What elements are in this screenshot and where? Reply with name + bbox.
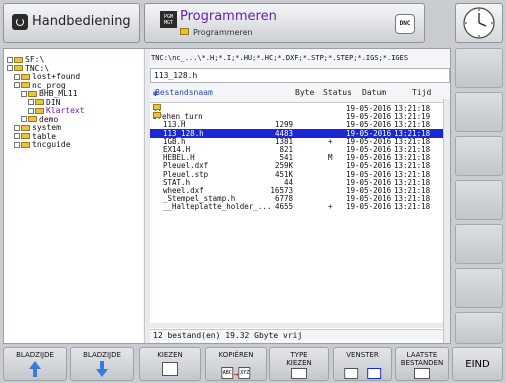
- softkey-venster[interactable]: VENSTER: [333, 347, 392, 381]
- collapse-icon[interactable]: [21, 90, 27, 97]
- file-list-scrollbar[interactable]: [443, 99, 450, 343]
- mode-handbediening[interactable]: Handbediening: [3, 3, 140, 43]
- folder-icon: [35, 107, 44, 114]
- tree-item[interactable]: tncguide: [14, 140, 71, 150]
- side-softkey-1[interactable]: [455, 48, 503, 88]
- arrow-up-icon: [29, 361, 41, 377]
- folder-icon: [21, 82, 30, 88]
- softkey-kiezen[interactable]: KIEZEN: [139, 347, 201, 381]
- file-status: +: [328, 202, 333, 212]
- folder-icon: [35, 99, 44, 105]
- softkey-type[interactable]: TYPE KIEZEN: [269, 347, 329, 381]
- window-split-icon: [367, 368, 382, 379]
- column-status-header[interactable]: Status: [323, 88, 352, 97]
- softkey-label: BLADZIJDE: [83, 351, 121, 359]
- softkey-kopiëren[interactable]: KOPIËREN ABC→XYZ: [205, 347, 267, 381]
- side-softkey-3[interactable]: [455, 136, 503, 176]
- softkey-bladzijde[interactable]: BLADZIJDE: [3, 347, 67, 381]
- window-single-icon: [343, 368, 358, 379]
- side-softkey-5[interactable]: [455, 224, 503, 264]
- softkey-label: KOPIËREN: [218, 351, 254, 359]
- folder-icon: [21, 133, 30, 139]
- directory-tree[interactable]: SF:\ TNC:\ lost+found nc_prog BHB_ML11 DIN Kla…: [4, 49, 143, 343]
- softkey-label: VENSTER: [346, 351, 379, 359]
- collapse-icon[interactable]: [14, 82, 20, 88]
- softkey-label: KIEZEN: [157, 351, 183, 359]
- left-mode-label: Handbediening: [32, 14, 131, 29]
- softkey-bladzijde[interactable]: BLADZIJDE: [70, 347, 134, 381]
- last-files-icon: [414, 368, 430, 379]
- file-time: 13:21:18: [394, 202, 431, 212]
- horizontal-scrollbar[interactable]: [150, 323, 443, 328]
- pgm-mgt-icon: PGM MGT: [160, 11, 177, 28]
- copy-icon: ABC→XYZ: [221, 362, 251, 381]
- select-file-icon: [162, 362, 178, 376]
- side-softkey-6[interactable]: [455, 268, 503, 308]
- filename-field[interactable]: 113_128.h: [150, 68, 450, 83]
- file-date: 19-05-2016: [346, 202, 392, 212]
- file-size: 4655: [274, 202, 293, 212]
- folder-icon: [14, 56, 23, 63]
- column-date-header[interactable]: Datum: [362, 88, 386, 97]
- folder-icon: [153, 112, 161, 119]
- expand-icon[interactable]: [14, 141, 20, 148]
- expand-icon[interactable]: [14, 73, 20, 80]
- folder-icon: [28, 116, 37, 122]
- copy-target-text: XYZ: [238, 366, 251, 379]
- folder-icon: [180, 28, 189, 35]
- expand-icon[interactable]: [28, 107, 34, 114]
- column-time-header[interactable]: Tijd: [412, 88, 431, 97]
- file-row[interactable]: __Halteplatte_holder_... 4655 +19-05-2016 1…: [150, 202, 443, 211]
- folder-icon: [21, 141, 30, 148]
- softkey-label: EIND: [465, 359, 490, 370]
- expand-icon[interactable]: [7, 56, 13, 63]
- expand-icon[interactable]: [21, 116, 27, 122]
- right-mode-subtitle: Programmeren: [193, 28, 253, 37]
- folder-icon: [21, 124, 30, 131]
- expand-icon[interactable]: [28, 99, 34, 105]
- folder-icon: [153, 104, 161, 110]
- softkey-eind[interactable]: EIND: [452, 347, 503, 381]
- folder-icon: [14, 65, 23, 71]
- mode-programmeren[interactable]: PGM MGT Programmeren Programmeren DNC: [144, 3, 425, 43]
- side-softkey-2[interactable]: [455, 92, 503, 132]
- status-bar: 12 bestand(en) 19.32 Gbyte vrij: [150, 329, 443, 341]
- expand-icon[interactable]: [14, 124, 20, 131]
- right-mode-title: Programmeren: [180, 9, 277, 24]
- side-softkey-4[interactable]: [455, 180, 503, 220]
- column-name-header[interactable]: ✽ Bestandsnaam: [153, 88, 213, 98]
- path-filter: TNC:\nc_...\*.H;*.I;*.HU;*.HC;*.DXF;*.ST…: [151, 54, 409, 62]
- folder-icon: [21, 73, 30, 80]
- window-icon: [343, 363, 382, 382]
- dnc-icon[interactable]: DNC: [395, 14, 415, 34]
- file-name: __Halteplatte_holder_...: [163, 202, 272, 212]
- clock-icon: [463, 7, 495, 39]
- side-softkey-7[interactable]: [455, 312, 503, 344]
- folder-icon: [28, 90, 37, 97]
- copy-source-text: ABC: [221, 366, 234, 379]
- file-type-icon: [291, 368, 307, 379]
- softkey-laatste[interactable]: LAATSTE BESTANDEN: [395, 347, 449, 381]
- column-size-header[interactable]: Byte: [295, 88, 314, 97]
- file-list-header: ✽ Bestandsnaam Byte Status Datum Tijd: [150, 87, 443, 99]
- file-list[interactable]: ..19-05-201613:21:18Drehen_turn19-05-201…: [150, 102, 443, 342]
- clock: [455, 3, 503, 43]
- softkey-row: BLADZIJDE BLADZIJDE KIEZEN KOPIËREN ABC→XYZ T…: [3, 347, 503, 381]
- power-icon: [12, 14, 28, 30]
- sort-icon: ✽: [153, 89, 158, 98]
- softkey-label: BLADZIJDE: [16, 351, 54, 359]
- softkey-label: TYPE KIEZEN: [286, 351, 312, 367]
- arrow-down-icon: [96, 361, 108, 377]
- softkey-label: LAATSTE BESTANDEN: [400, 351, 444, 367]
- tree-item-label: tncguide: [32, 140, 71, 149]
- collapse-icon[interactable]: [7, 65, 13, 71]
- file-manager: SF:\ TNC:\ lost+found nc_prog BHB_ML11 DIN Kla…: [3, 48, 451, 344]
- expand-icon[interactable]: [14, 133, 20, 139]
